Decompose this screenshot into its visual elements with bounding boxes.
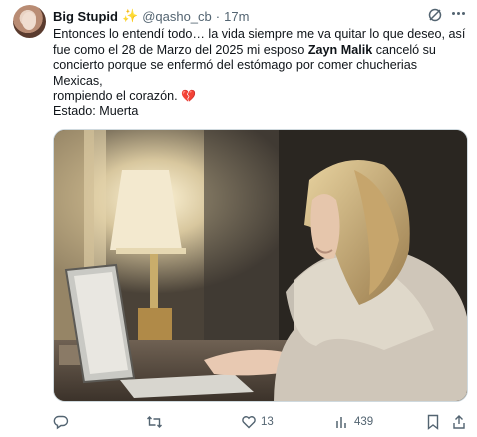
mention-bold: Zayn Malik [307,42,373,57]
retweet-icon [147,416,162,428]
more-options-icon[interactable] [452,12,465,15]
author-name[interactable]: Big Stupid [53,9,118,24]
status-text: Estado: Muerta [53,104,139,118]
grok-icon[interactable] [427,7,443,23]
bookmark-icon [427,414,439,430]
tweet-header: Big Stupid ✨ @qasho_cb · 17m [53,7,249,25]
views-icon [336,417,346,428]
timestamp[interactable]: 17m [224,9,249,24]
tweet-line-3: concierto porque se enfermó del estómago… [53,58,418,88]
share-icon [453,415,465,429]
reply-button[interactable] [53,414,73,430]
tweet-line-2a: fue como el 28 de Marzo del 2025 mi espo… [53,42,308,57]
share-button[interactable] [452,414,466,430]
avatar[interactable] [13,5,46,38]
tweet-line-2b: canceló su [372,42,436,57]
views-count: 439 [354,416,374,428]
tweet-text: Entonces lo entendí todo… la vida siempr… [53,27,468,105]
tweet: Big Stupid ✨ @qasho_cb · 17m Entonces lo… [0,0,477,437]
sparkles-icon: ✨ [122,8,139,23]
like-count: 13 [261,416,274,428]
woman-at-laptop-illustration [54,130,467,401]
tweet-line-1: Entonces lo entendí todo… la vida siempr… [53,27,466,41]
separator-dot: · [215,8,221,24]
heart-icon [242,416,256,429]
broken-heart-emoji: 💔 [181,89,197,104]
author-handle[interactable]: @qasho_cb [142,9,212,24]
views-button[interactable]: 439 [334,414,373,430]
retweet-button[interactable] [146,414,167,430]
like-button[interactable]: 13 [241,414,274,430]
bookmark-button[interactable] [426,414,440,430]
tweet-image[interactable] [53,129,468,402]
action-bar: 13 439 [53,414,468,432]
tweet-line-4: rompiendo el corazón. [53,89,178,104]
reply-icon [53,415,69,430]
